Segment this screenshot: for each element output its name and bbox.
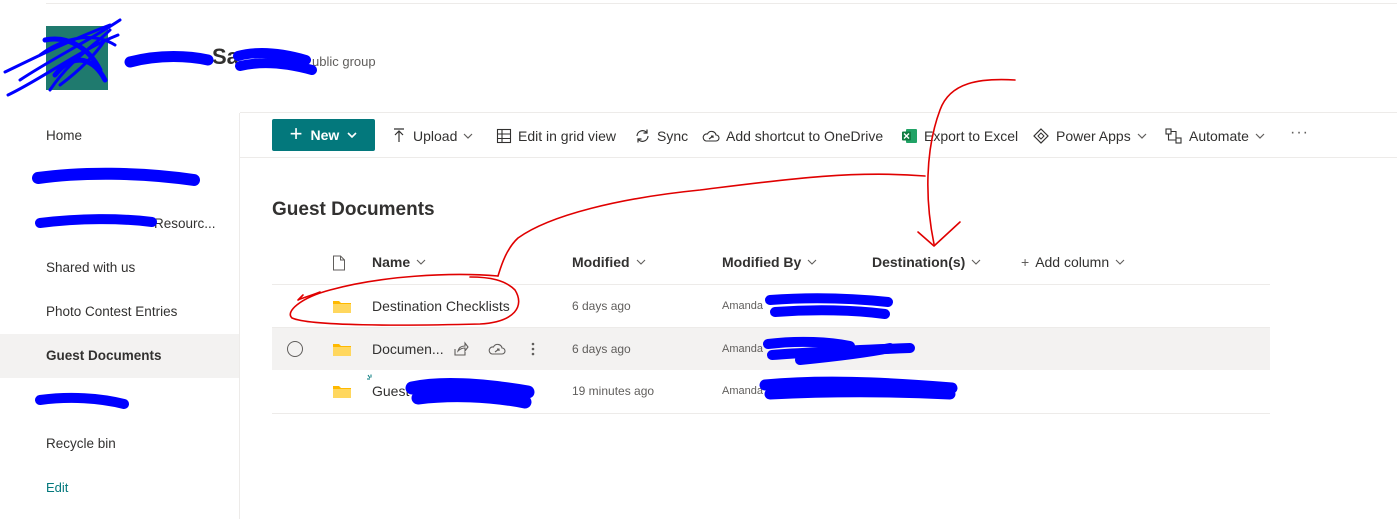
nav-item-guest-documents[interactable]: Guest Documents xyxy=(0,334,239,378)
row-divider xyxy=(272,413,1270,414)
row-modified: 6 days ago xyxy=(572,299,631,313)
export-excel-button[interactable]: Export to Excel xyxy=(901,127,1018,145)
edit-grid-view-button[interactable]: Edit in grid view xyxy=(496,127,616,145)
site-logo[interactable] xyxy=(46,26,108,90)
upload-icon xyxy=(394,128,404,142)
sync-button[interactable]: Sync xyxy=(634,127,688,145)
sync-label: Sync xyxy=(657,128,689,144)
automate-label: Automate xyxy=(1189,128,1249,144)
power-apps-icon xyxy=(1033,128,1049,144)
vertical-more-icon[interactable] xyxy=(530,328,536,370)
nav-item-redacted[interactable] xyxy=(0,158,239,202)
table-row[interactable]: Destination Checklists 6 days ago Amanda xyxy=(272,285,1270,327)
chevron-down-icon xyxy=(347,132,357,139)
column-header-destinations[interactable]: Destination(s) xyxy=(872,254,981,270)
header-divider xyxy=(240,112,1397,113)
excel-icon xyxy=(902,129,917,143)
nav-edit-link[interactable]: Edit xyxy=(0,466,239,510)
cloud-shortcut-icon[interactable] xyxy=(488,328,506,370)
column-header-modified[interactable]: Modified xyxy=(572,254,646,270)
edit-grid-label: Edit in grid view xyxy=(518,128,617,144)
nav-item-shared-with-us[interactable]: Shared with us xyxy=(0,246,239,290)
table-row[interactable]: Guest 19 minutes ago Amanda xyxy=(272,370,1270,412)
chevron-down-icon xyxy=(1115,259,1125,265)
add-shortcut-label: Add shortcut to OneDrive xyxy=(726,128,884,144)
row-modified: 19 minutes ago xyxy=(572,384,655,398)
add-shortcut-button[interactable]: Add shortcut to OneDrive xyxy=(702,127,883,145)
new-button[interactable]: + New xyxy=(272,119,375,151)
folder-icon xyxy=(332,328,352,370)
new-button-label: New xyxy=(310,127,340,143)
automate-icon xyxy=(1165,128,1182,144)
chevron-down-icon xyxy=(416,259,426,265)
column-header-modified-by[interactable]: Modified By xyxy=(722,254,817,270)
row-select-radio[interactable] xyxy=(287,328,303,370)
grid-icon xyxy=(496,128,512,144)
folder-icon xyxy=(332,370,352,412)
chevron-down-icon xyxy=(1255,133,1265,139)
chevron-down-icon xyxy=(807,259,817,265)
row-modified-by[interactable]: Amanda xyxy=(722,370,763,412)
chevron-down-icon xyxy=(1137,133,1147,139)
folder-icon xyxy=(332,285,352,327)
sync-icon xyxy=(636,129,649,143)
table-row[interactable]: Documen... 6 days ago Amanda xyxy=(272,328,1270,370)
cloud-shortcut-icon xyxy=(702,130,720,142)
nav-item-redacted-2[interactable] xyxy=(0,378,239,422)
column-modified-by-label: Modified By xyxy=(722,254,802,270)
automate-button[interactable]: Automate xyxy=(1165,127,1265,145)
site-title[interactable]: Sa xyxy=(212,44,239,70)
add-column-label: Add column xyxy=(1035,254,1110,270)
list-title: Guest Documents xyxy=(272,199,435,220)
row-modified: 6 days ago xyxy=(572,342,631,356)
nav-item-recycle-bin[interactable]: Recycle bin xyxy=(0,422,239,466)
plus-icon: + xyxy=(1021,254,1030,270)
toolbar-divider xyxy=(240,157,1397,158)
add-column-button[interactable]: + Add column xyxy=(1021,254,1125,270)
row-name-link[interactable]: Destination Checklists xyxy=(372,285,510,327)
upload-label: Upload xyxy=(413,128,458,144)
export-excel-label: Export to Excel xyxy=(924,128,1019,144)
nav-item-photo-contest[interactable]: Photo Contest Entries xyxy=(0,290,239,334)
row-modified-by[interactable]: Amanda xyxy=(722,328,763,370)
chevron-down-icon xyxy=(463,133,473,139)
row-modified-by[interactable]: Amanda xyxy=(722,285,763,327)
column-header-name[interactable]: Name xyxy=(372,254,426,270)
column-modified-label: Modified xyxy=(572,254,630,270)
nav-item-resources[interactable]: Resourc... xyxy=(0,202,239,246)
chevron-down-icon xyxy=(971,259,981,265)
row-name-link[interactable]: Documen... xyxy=(372,328,444,370)
power-apps-button[interactable]: Power Apps xyxy=(1032,127,1147,145)
column-destinations-label: Destination(s) xyxy=(872,254,966,270)
upload-button[interactable]: Upload xyxy=(391,127,473,145)
power-apps-label: Power Apps xyxy=(1056,128,1131,144)
nav-item-home[interactable]: Home xyxy=(0,114,239,158)
share-icon[interactable] xyxy=(453,328,469,370)
chevron-down-icon xyxy=(636,259,645,265)
site-privacy-label: ublic group xyxy=(312,54,376,69)
more-options-button[interactable]: ··· xyxy=(1290,124,1309,142)
left-navigation: Home Resourc... Shared with us Photo Con… xyxy=(0,113,240,519)
plus-icon: + xyxy=(289,121,303,146)
row-name-link[interactable]: Guest xyxy=(372,370,409,412)
column-name-label: Name xyxy=(372,254,411,270)
top-divider xyxy=(46,3,1397,4)
file-type-icon[interactable] xyxy=(332,255,346,274)
